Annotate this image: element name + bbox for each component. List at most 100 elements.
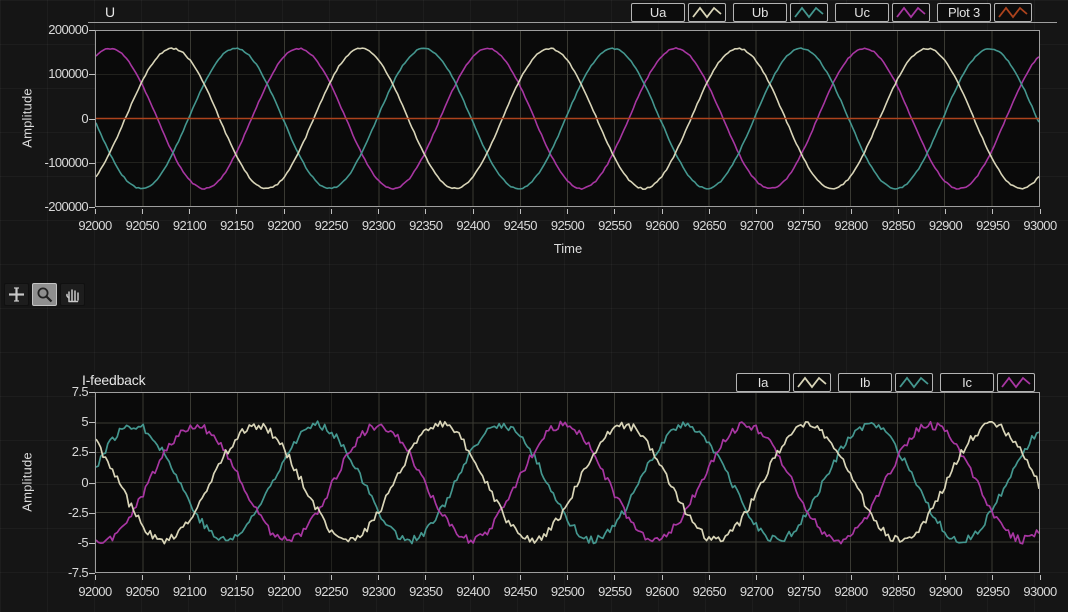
y-tick-mark — [89, 163, 95, 164]
legend-item-ib: Ib — [838, 373, 933, 392]
voltage-x-axis-title: Time — [528, 241, 608, 256]
x-tick-mark — [992, 575, 993, 580]
waveform-glyph-icon — [997, 5, 1029, 20]
y-tick-mark — [89, 513, 95, 514]
x-tick-mark — [614, 575, 615, 580]
waveform-glyph-icon — [895, 5, 927, 20]
x-tick-mark — [992, 209, 993, 214]
x-tick-mark — [662, 575, 663, 580]
y-tick-mark — [89, 543, 95, 544]
x-tick-mark — [236, 575, 237, 580]
legend-plot-style-button[interactable] — [997, 373, 1035, 392]
voltage-chart-header: U UaUbUcPlot 3 — [88, 0, 1057, 23]
y-tick-mark — [89, 74, 95, 75]
x-tick-label: 92550 — [590, 218, 640, 233]
crosshair-icon — [7, 286, 26, 303]
y-tick-label: -7.5 — [26, 565, 88, 580]
pan-tool-button[interactable] — [60, 283, 85, 306]
legend-item-ic: Ic — [940, 373, 1035, 392]
x-tick-label: 92100 — [165, 584, 215, 599]
x-tick-label: 92300 — [354, 584, 404, 599]
x-tick-mark — [378, 575, 379, 580]
x-tick-label: 92650 — [684, 218, 734, 233]
legend-plot-name[interactable]: Ib — [838, 373, 892, 392]
x-tick-mark — [803, 575, 804, 580]
x-tick-label: 92450 — [495, 218, 545, 233]
x-tick-mark — [284, 209, 285, 214]
current-plot-legend: Ia Ib Ic — [736, 373, 1035, 392]
x-tick-mark — [898, 575, 899, 580]
y-tick-label: -200000 — [26, 199, 88, 214]
y-tick-mark — [89, 573, 95, 574]
legend-plot-style-button[interactable] — [790, 3, 828, 22]
legend-plot-name[interactable]: Ub — [733, 3, 787, 22]
legend-plot-name[interactable]: Uc — [835, 3, 889, 22]
x-tick-mark — [1040, 575, 1041, 580]
x-tick-label: 92250 — [306, 584, 356, 599]
x-tick-label: 93000 — [1015, 218, 1065, 233]
y-tick-mark — [89, 207, 95, 208]
legend-plot-name[interactable]: Ua — [631, 3, 685, 22]
x-tick-mark — [142, 209, 143, 214]
x-tick-mark — [331, 575, 332, 580]
y-tick-label: 0 — [26, 111, 88, 126]
cursor-tool-button[interactable] — [4, 283, 29, 306]
zoom-tool-button[interactable] — [32, 283, 57, 306]
x-tick-label: 92450 — [495, 584, 545, 599]
x-tick-label: 92400 — [448, 584, 498, 599]
x-tick-label: 92900 — [921, 584, 971, 599]
y-tick-mark — [89, 392, 95, 393]
x-tick-mark — [851, 575, 852, 580]
legend-plot-style-button[interactable] — [994, 3, 1032, 22]
x-tick-mark — [331, 209, 332, 214]
legend-plot-style-button[interactable] — [892, 3, 930, 22]
x-tick-mark — [709, 575, 710, 580]
x-tick-mark — [945, 575, 946, 580]
x-tick-label: 92750 — [779, 584, 829, 599]
legend-plot-name[interactable]: Ic — [940, 373, 994, 392]
legend-plot-style-button[interactable] — [688, 3, 726, 22]
x-tick-label: 92800 — [826, 584, 876, 599]
x-tick-mark — [567, 209, 568, 214]
legend-plot-style-button[interactable] — [895, 373, 933, 392]
waveform-glyph-icon — [691, 5, 723, 20]
x-tick-mark — [236, 209, 237, 214]
x-tick-mark — [95, 209, 96, 214]
x-tick-label: 92600 — [637, 218, 687, 233]
waveform-glyph-icon — [1000, 375, 1032, 390]
x-tick-mark — [189, 209, 190, 214]
x-tick-label: 92000 — [70, 218, 120, 233]
x-tick-label: 92000 — [70, 584, 120, 599]
x-tick-label: 92200 — [259, 218, 309, 233]
y-tick-label: 7.5 — [26, 384, 88, 399]
y-tick-mark — [89, 119, 95, 120]
x-tick-label: 92300 — [354, 218, 404, 233]
current-plot-title: I-feedback — [82, 372, 145, 388]
y-tick-label: -100000 — [26, 155, 88, 170]
legend-item-ia: Ia — [736, 373, 831, 392]
x-tick-mark — [425, 209, 426, 214]
x-tick-mark — [803, 209, 804, 214]
graph-palette-toolbar — [4, 283, 85, 306]
x-tick-label: 92900 — [921, 218, 971, 233]
labview-front-panel: U UaUbUcPlot 3 Amplitude Time I-feedback… — [0, 0, 1068, 612]
x-tick-mark — [1040, 209, 1041, 214]
waveform-glyph-icon — [796, 375, 828, 390]
x-tick-mark — [142, 575, 143, 580]
x-tick-mark — [520, 209, 521, 214]
x-tick-mark — [567, 575, 568, 580]
current-plot-area[interactable] — [95, 392, 1040, 573]
x-tick-mark — [378, 209, 379, 214]
magnifier-icon — [35, 286, 54, 303]
voltage-plot-area[interactable] — [95, 30, 1040, 207]
x-tick-label: 92050 — [117, 584, 167, 599]
legend-plot-style-button[interactable] — [793, 373, 831, 392]
x-tick-label: 92650 — [684, 584, 734, 599]
legend-plot-name[interactable]: Plot 3 — [937, 3, 991, 22]
legend-plot-name[interactable]: Ia — [736, 373, 790, 392]
voltage-plot-legend: Ua Ub Uc Plot 3 — [631, 3, 1032, 22]
x-tick-label: 92800 — [826, 218, 876, 233]
x-tick-label: 92550 — [590, 584, 640, 599]
y-tick-label: 2.5 — [26, 444, 88, 459]
x-tick-mark — [284, 575, 285, 580]
